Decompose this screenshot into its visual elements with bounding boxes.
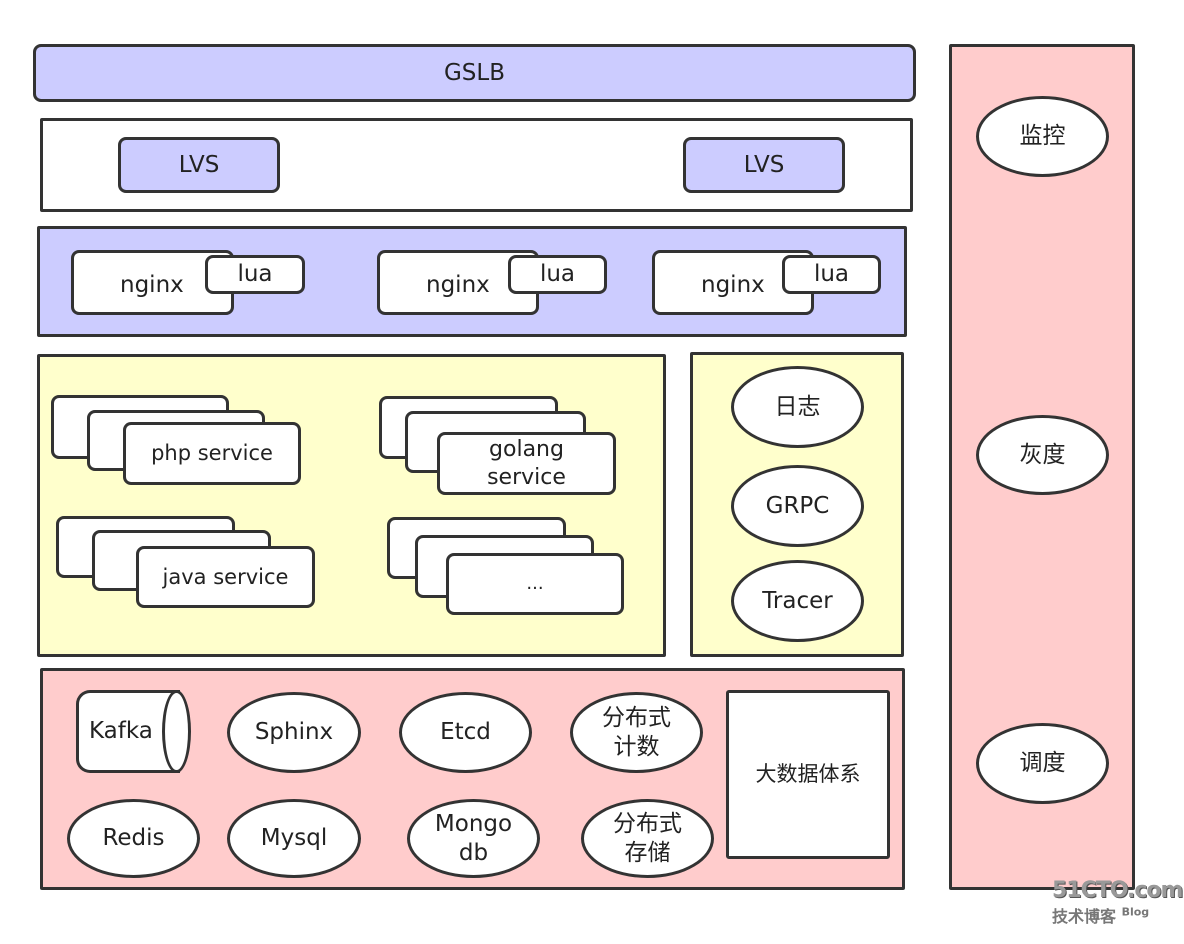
lua-box: lua	[205, 255, 305, 294]
lvs-box: LVS	[118, 137, 280, 193]
java-service-card: java service	[136, 546, 315, 608]
gslb-label: GSLB	[443, 59, 505, 86]
watermark-sub: 技术博客	[1052, 907, 1117, 926]
schedule-node: 调度	[976, 723, 1109, 804]
bigdata-box: 大数据体系	[726, 690, 890, 859]
more-service-card: ...	[446, 553, 624, 615]
kafka-cylinder-end	[162, 690, 191, 773]
tracer-node: Tracer	[731, 560, 864, 642]
log-node: 日志	[731, 366, 864, 448]
distributed-storage-node: 分布式 存储	[581, 799, 714, 878]
distributed-counter-node: 分布式 计数	[570, 692, 703, 773]
etcd-node: Etcd	[399, 692, 532, 773]
sphinx-node: Sphinx	[227, 692, 361, 773]
watermark-site: 51CTO.com	[1052, 878, 1183, 903]
redis-node: Redis	[67, 799, 200, 878]
lua-box: lua	[508, 255, 607, 294]
grpc-node: GRPC	[731, 465, 864, 547]
gray-release-node: 灰度	[976, 415, 1109, 495]
gslb-layer: GSLB	[33, 44, 916, 102]
mysql-node: Mysql	[227, 799, 361, 878]
lua-box: lua	[782, 255, 881, 294]
mongodb-node: Mongo db	[407, 799, 540, 878]
golang-service-card: golang service	[437, 432, 616, 495]
lvs-box: LVS	[683, 137, 845, 193]
watermark-logo: 51CTO.com 技术博客 Blog	[1052, 878, 1183, 927]
watermark-blog: Blog	[1121, 905, 1150, 919]
monitor-node: 监控	[976, 96, 1109, 177]
php-service-card: php service	[123, 422, 301, 485]
